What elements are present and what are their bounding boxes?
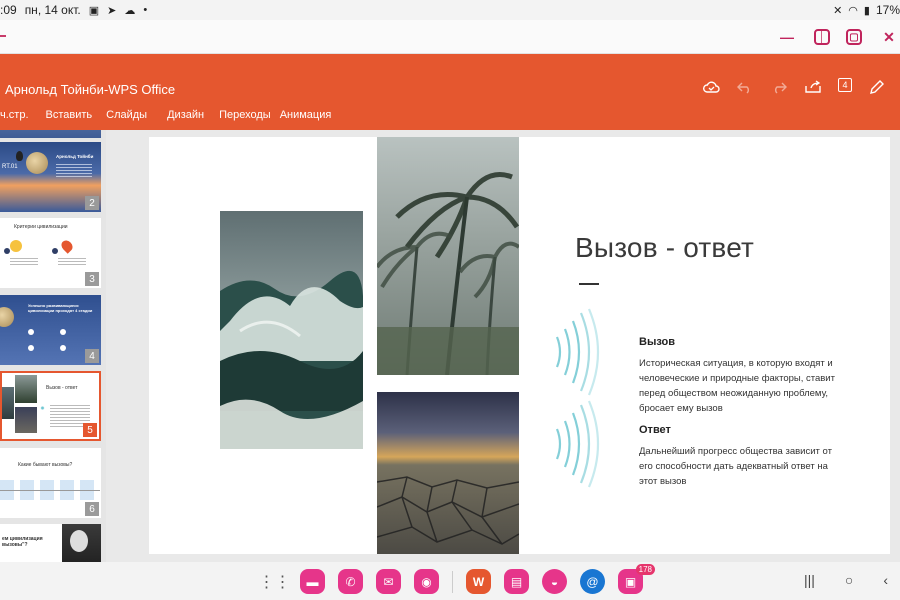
- home-icon[interactable]: ○: [845, 572, 853, 588]
- title-underline: [579, 283, 599, 285]
- thumb-title: Успешно развивающиеся цивилизации проход…: [28, 303, 93, 313]
- cracked-earth-image[interactable]: [377, 392, 519, 554]
- slide-thumb-1[interactable]: [0, 130, 101, 138]
- share-icon[interactable]: [804, 78, 822, 96]
- recent-apps-icon[interactable]: |||: [804, 572, 815, 588]
- challenge-text[interactable]: Историческая ситуация, в которую входят …: [639, 356, 839, 416]
- status-bar: :09 пн, 14 окт. ▣ ➤ ☁ • ✕ ◠ ▮ 17%: [0, 0, 900, 20]
- thumb-title: Какие бывают вызовы?: [18, 462, 73, 468]
- split-view-icon[interactable]: │: [814, 29, 830, 45]
- slide-thumb-6[interactable]: Какие бывают вызовы? 6: [0, 448, 101, 518]
- wifi-icon: ◠: [848, 4, 858, 17]
- undo-icon[interactable]: [736, 78, 754, 96]
- menu-insert[interactable]: Вставить: [46, 109, 93, 121]
- dot-icon: •: [143, 4, 148, 16]
- tabs-count-icon[interactable]: 4: [838, 78, 852, 92]
- slide-thumb-5[interactable]: Вызов - ответ 5: [0, 371, 101, 441]
- telegram-icon: ➤: [107, 4, 117, 17]
- files-app-icon[interactable]: ▬: [300, 569, 325, 594]
- cloud-save-icon[interactable]: [702, 78, 720, 96]
- menu-design[interactable]: Дизайн: [167, 109, 204, 121]
- edit-pen-icon[interactable]: [868, 78, 886, 96]
- status-date: пн, 14 окт.: [24, 3, 81, 17]
- slide-number: 6: [85, 502, 99, 516]
- thumb-title: ем цивилизация вызовы"?: [2, 536, 43, 548]
- menu-slides[interactable]: Слайды: [106, 109, 147, 121]
- slide-thumb-4[interactable]: Успешно развивающиеся цивилизации проход…: [0, 295, 101, 365]
- app-header: Арнольд Тойнби-WPS Office 4 ч.стр. Встав…: [0, 54, 900, 130]
- document-title: Арнольд Тойнби-WPS Office: [5, 82, 176, 97]
- window-handle[interactable]: [0, 35, 6, 37]
- menu-transitions[interactable]: Переходы: [219, 109, 271, 121]
- browser-app-icon[interactable]: ◒: [542, 569, 567, 594]
- gallery-app-icon[interactable]: ▣ 178: [618, 564, 655, 594]
- menu-animation[interactable]: Анимация: [280, 109, 332, 121]
- status-time: :09: [0, 3, 17, 17]
- document-app-icon[interactable]: ▤: [504, 569, 529, 594]
- window-bar: — │ ▢ ✕: [0, 20, 900, 54]
- ribbon-menu: ч.стр. Вставить Слайды Дизайн Переходы А…: [0, 109, 331, 121]
- response-heading[interactable]: Ответ: [639, 424, 671, 436]
- notification-badge: 178: [635, 564, 655, 575]
- popup-view-icon[interactable]: ▢: [846, 29, 862, 45]
- battery-level: 17%: [875, 3, 900, 17]
- slide-number: 4: [85, 349, 99, 363]
- close-icon[interactable]: ✕: [878, 26, 900, 48]
- wave-decoration-2: [555, 400, 600, 488]
- stormy-sea-image[interactable]: [220, 211, 363, 449]
- slide-title[interactable]: Вызов - ответ: [575, 232, 754, 264]
- camera-app-icon[interactable]: ◉: [414, 569, 439, 594]
- minimize-icon[interactable]: —: [776, 26, 798, 48]
- thumb-title: Критерии цивилизации: [14, 224, 68, 230]
- back-icon[interactable]: ‹: [883, 572, 888, 588]
- cloud-icon: ☁: [124, 4, 136, 17]
- redo-icon[interactable]: [770, 78, 788, 96]
- menu-home[interactable]: ч.стр.: [0, 109, 29, 121]
- slide-number: 2: [85, 196, 99, 210]
- phone-app-icon[interactable]: ✆: [338, 569, 363, 594]
- slide-number: 5: [83, 423, 97, 437]
- wave-decoration-1: [555, 308, 600, 396]
- app-drawer-icon[interactable]: ⋮⋮: [259, 569, 291, 594]
- thumb-subtitle: RT.01: [2, 164, 18, 170]
- slide-thumb-2[interactable]: RT.01 Арнольд Тойнби 2: [0, 142, 101, 212]
- thumb-title: Вызов - ответ: [46, 385, 78, 391]
- signal-icon: ▮: [863, 4, 870, 17]
- email-app-icon[interactable]: @: [580, 569, 605, 594]
- dock-separator: [452, 570, 453, 593]
- challenge-heading[interactable]: Вызов: [639, 336, 675, 348]
- messages-app-icon[interactable]: ✉: [376, 569, 401, 594]
- palm-storm-image[interactable]: [377, 137, 519, 375]
- slide-thumb-3[interactable]: Критерии цивилизации 3: [0, 218, 101, 288]
- response-text[interactable]: Дальнейший прогресс общества зависит от …: [639, 444, 839, 489]
- mute-icon: ✕: [833, 4, 843, 17]
- slide-number: 3: [85, 272, 99, 286]
- slide[interactable]: Вызов - ответ Вызов Историческая ситуаци…: [149, 137, 890, 554]
- slides-panel: RT.01 Арнольд Тойнби 2 Критерии цивилиза…: [0, 130, 106, 562]
- wps-office-icon[interactable]: W: [466, 569, 491, 594]
- gallery-icon: ▣: [88, 4, 100, 17]
- slide-thumb-7[interactable]: ем цивилизация вызовы"?: [0, 524, 101, 562]
- taskbar: ⋮⋮ ▬ ✆ ✉ ◉ W ▤ ◒ @ ▣ 178 ||| ○ ‹: [0, 562, 900, 600]
- thumb-title: Арнольд Тойнби: [56, 154, 94, 159]
- slide-canvas: Вызов - ответ Вызов Историческая ситуаци…: [106, 130, 900, 562]
